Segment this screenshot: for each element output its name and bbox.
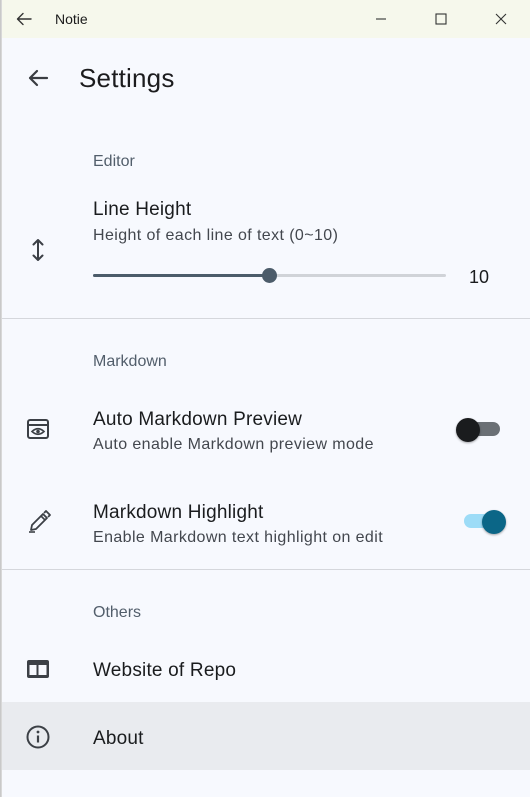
vertical-resize-icon [24, 236, 52, 264]
toggle-knob[interactable] [482, 510, 506, 534]
section-title-others: Others [93, 604, 142, 621]
section-title-markdown: Markdown [93, 353, 167, 370]
window-titlebar[interactable]: Notie [2, 0, 530, 38]
titlebar-back-button[interactable] [12, 7, 36, 31]
settings-back-button[interactable] [22, 62, 54, 94]
auto-preview-title: Auto Markdown Preview [93, 409, 303, 430]
website-title: Website of Repo [93, 660, 237, 681]
preview-eye-icon [24, 415, 52, 443]
line-height-subtitle: Height of each line of text (0~10) [93, 227, 339, 244]
auto-preview-toggle[interactable] [456, 418, 502, 442]
page-title: Settings [79, 63, 175, 93]
arrow-left-icon [28, 69, 49, 87]
slider-thumb[interactable] [262, 268, 277, 283]
about-item[interactable]: About [2, 702, 530, 770]
close-button[interactable] [478, 0, 524, 38]
highlight-subtitle: Enable Markdown text highlight on edit [93, 529, 384, 546]
maximize-button[interactable] [418, 0, 464, 38]
section-title-editor: Editor [93, 153, 135, 170]
close-icon [495, 13, 507, 25]
divider [2, 318, 530, 319]
window-title: Notie [55, 11, 88, 27]
toggle-knob[interactable] [456, 418, 480, 442]
line-height-value: 10 [469, 267, 490, 287]
auto-preview-subtitle: Auto enable Markdown preview mode [93, 436, 374, 453]
about-title: About [93, 728, 144, 749]
line-height-title: Line Height [93, 199, 192, 220]
web-window-icon [24, 655, 52, 683]
arrow-left-icon [16, 12, 32, 26]
highlight-title: Markdown Highlight [93, 502, 264, 523]
info-icon [24, 723, 52, 751]
slider-track-active[interactable] [93, 274, 270, 277]
pen-edit-icon [26, 507, 54, 535]
highlight-toggle[interactable] [462, 510, 508, 534]
divider [2, 569, 530, 570]
minimize-icon [376, 18, 386, 20]
app-window: Notie Settings Editor Line Height Height… [1, 0, 530, 797]
minimize-button[interactable] [358, 0, 404, 38]
maximize-icon [435, 13, 447, 25]
